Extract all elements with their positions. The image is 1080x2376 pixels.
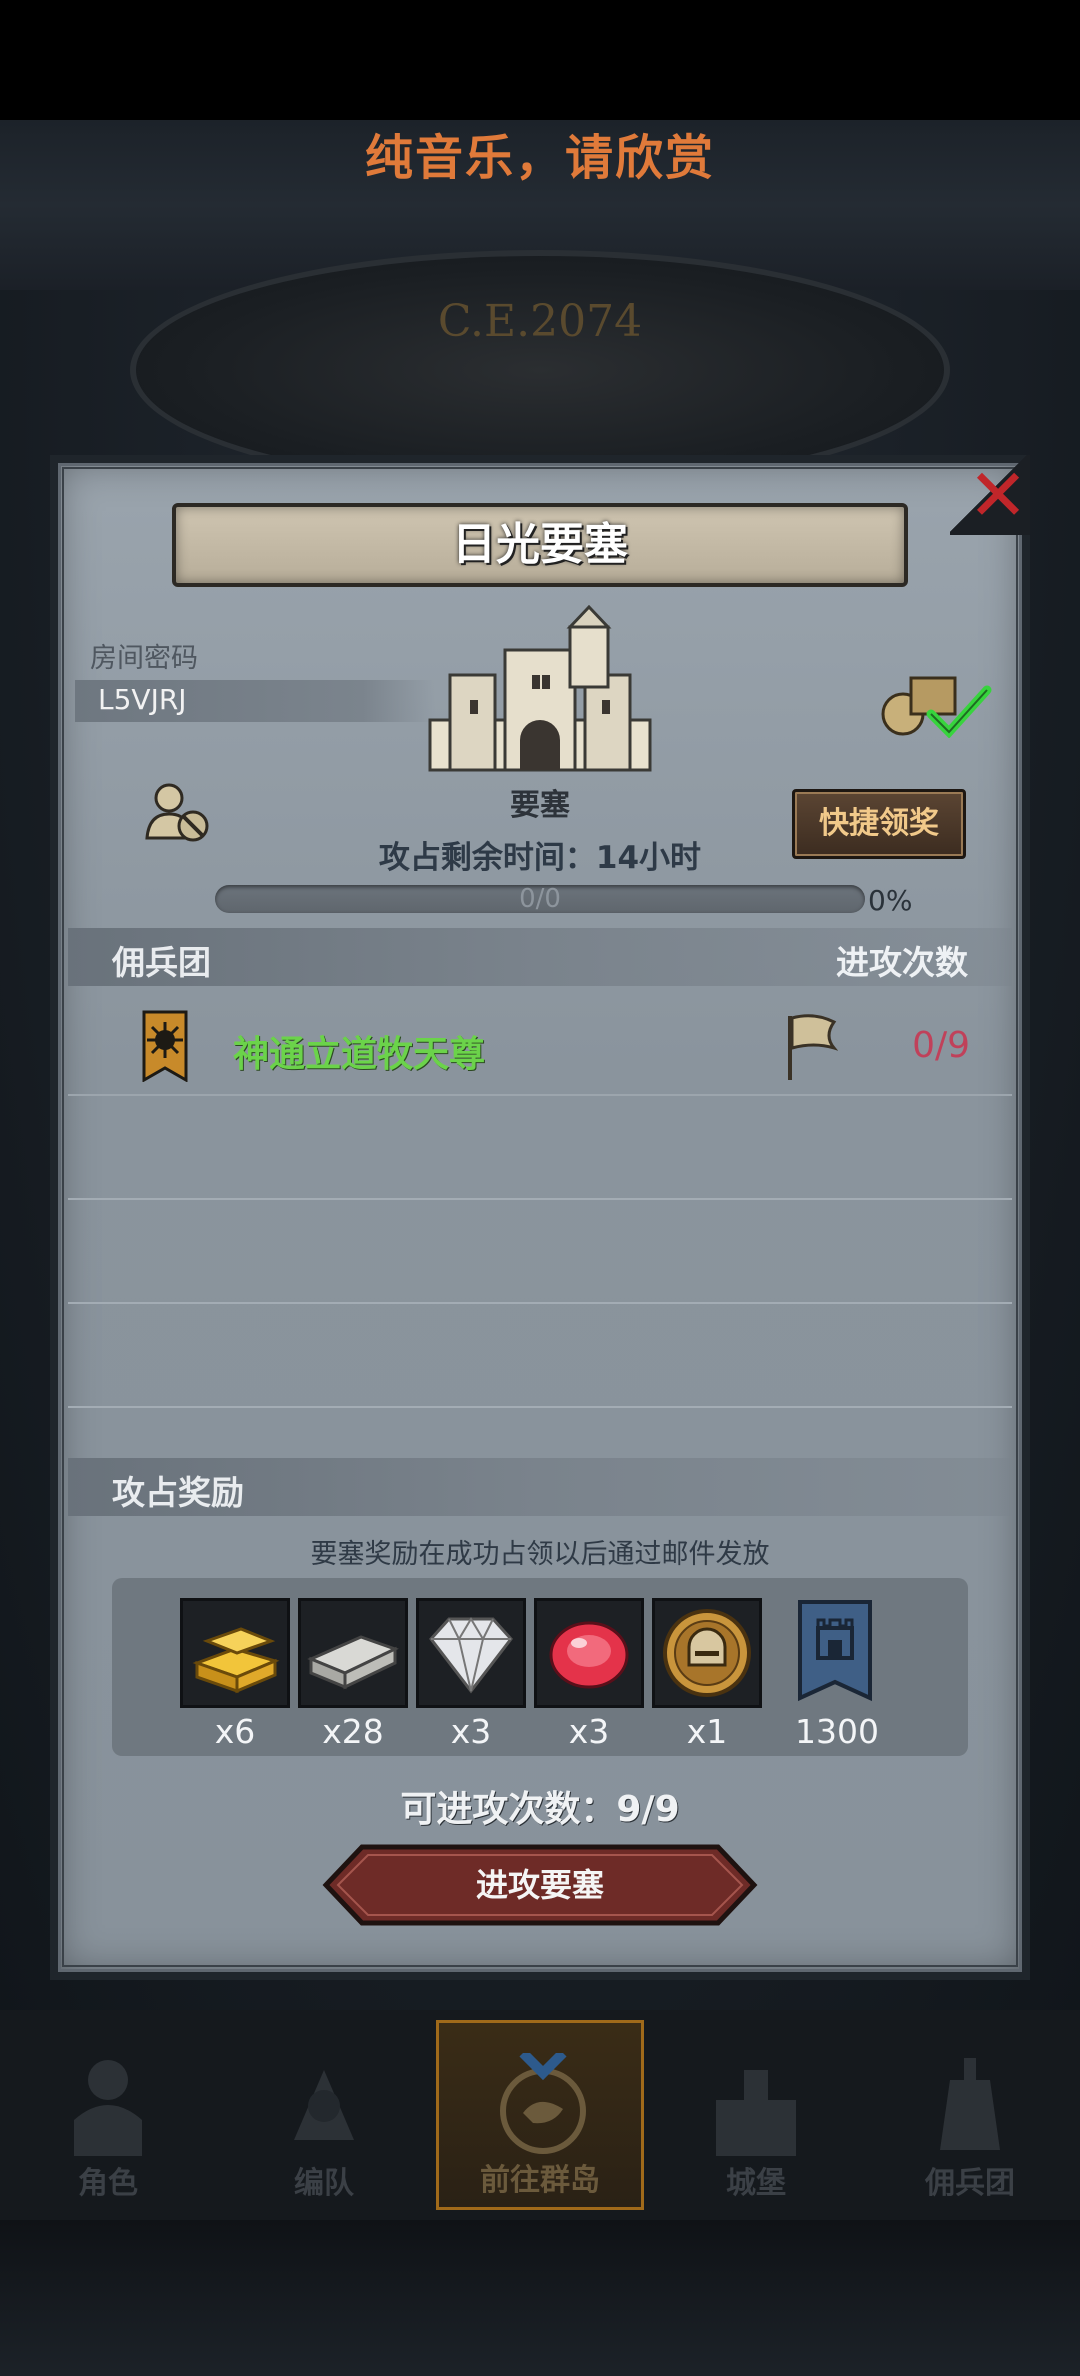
mercenary-section-title: 佣兵团 [112,943,211,982]
attack-count-header: 进攻次数 [836,943,968,982]
ruby-icon [549,1621,629,1689]
reward-diamond[interactable] [416,1598,526,1708]
reward-claimed-icon[interactable] [875,668,995,738]
empty-row [68,1304,1012,1408]
reward-castle-banner[interactable] [790,1598,880,1708]
gold-bar-icon [192,1627,280,1694]
mercenary-row[interactable] [68,992,1012,1096]
attack-fortress-button[interactable]: 进攻要塞 [322,1843,758,1927]
reward-helmet-coin[interactable] [652,1598,762,1708]
reward-section-title: 攻占奖励 [112,1473,244,1512]
gesture-area [0,2220,1080,2376]
mercenary-banner-icon [142,1010,188,1082]
nav-label: 城堡 [726,2166,786,2201]
nav-castle[interactable]: 城堡 [656,2020,856,2210]
diamond-icon [429,1617,513,1694]
reward-note: 要塞奖励在成功占领以后通过邮件发放 [310,1539,770,1570]
reward-silver-bar[interactable] [298,1598,408,1708]
occupation-timer: 攻占剩余时间：14小时 [378,840,702,876]
castle-banner-icon [798,1600,872,1702]
helmet-coin-icon [663,1609,751,1697]
nav-label: 编队 [294,2166,354,2201]
mercenary-icon [940,2058,1000,2150]
nav-character[interactable]: 角色 [8,2020,208,2210]
reward-count: x6 [214,1712,256,1751]
reward-ruby[interactable] [534,1598,644,1708]
attacks-left: 可进攻次数：9/9 [400,1789,680,1830]
reward-count: 1300 [795,1712,879,1751]
empty-row [68,1096,1012,1200]
formation-icon [294,2070,354,2140]
clock-dial [130,250,950,490]
empty-row [68,1200,1012,1304]
progress-percent: 0% [868,884,913,917]
era-text: C.E.2074 [437,296,643,347]
mercenary-name: 神通立道牧天尊 [233,1034,486,1075]
dialog-title: 日光要塞 [452,519,628,570]
room-password-value[interactable]: L5VJRJ [98,683,187,716]
banner-text: 纯音乐，请欣赏 [364,130,715,186]
reward-count: x28 [322,1712,384,1751]
mercenary-attack-count: 0/9 [912,1025,970,1066]
reward-count: x3 [450,1712,492,1751]
character-icon [74,2060,142,2156]
progress-text: 0/0 [519,884,561,914]
status-bar [0,0,1080,120]
close-x-icon: ✕ [967,453,1029,537]
castle-icon [716,2070,796,2156]
nav-formation[interactable]: 编队 [224,2020,424,2210]
silver-bar-icon [307,1635,399,1690]
attack-button-label: 进攻要塞 [475,1866,604,1904]
reward-count: x3 [568,1712,610,1751]
fortress-label: 要塞 [510,788,570,823]
nav-label: 角色 [78,2166,138,2201]
room-password-label: 房间密码 [90,643,198,674]
nav-label: 佣兵团 [925,2166,1015,2201]
nav-mercenary[interactable]: 佣兵团 [870,2020,1070,2210]
nav-islands[interactable]: 前往群岛 [436,2020,644,2210]
nav-label: 前往群岛 [480,2163,600,2198]
reward-count: x1 [686,1712,728,1751]
fortress-castle-icon [428,605,652,772]
flag-icon [788,1014,838,1080]
islands-icon [500,2053,586,2154]
reward-gold-bar[interactable] [180,1598,290,1708]
close-button[interactable]: ✕ [950,455,1030,535]
